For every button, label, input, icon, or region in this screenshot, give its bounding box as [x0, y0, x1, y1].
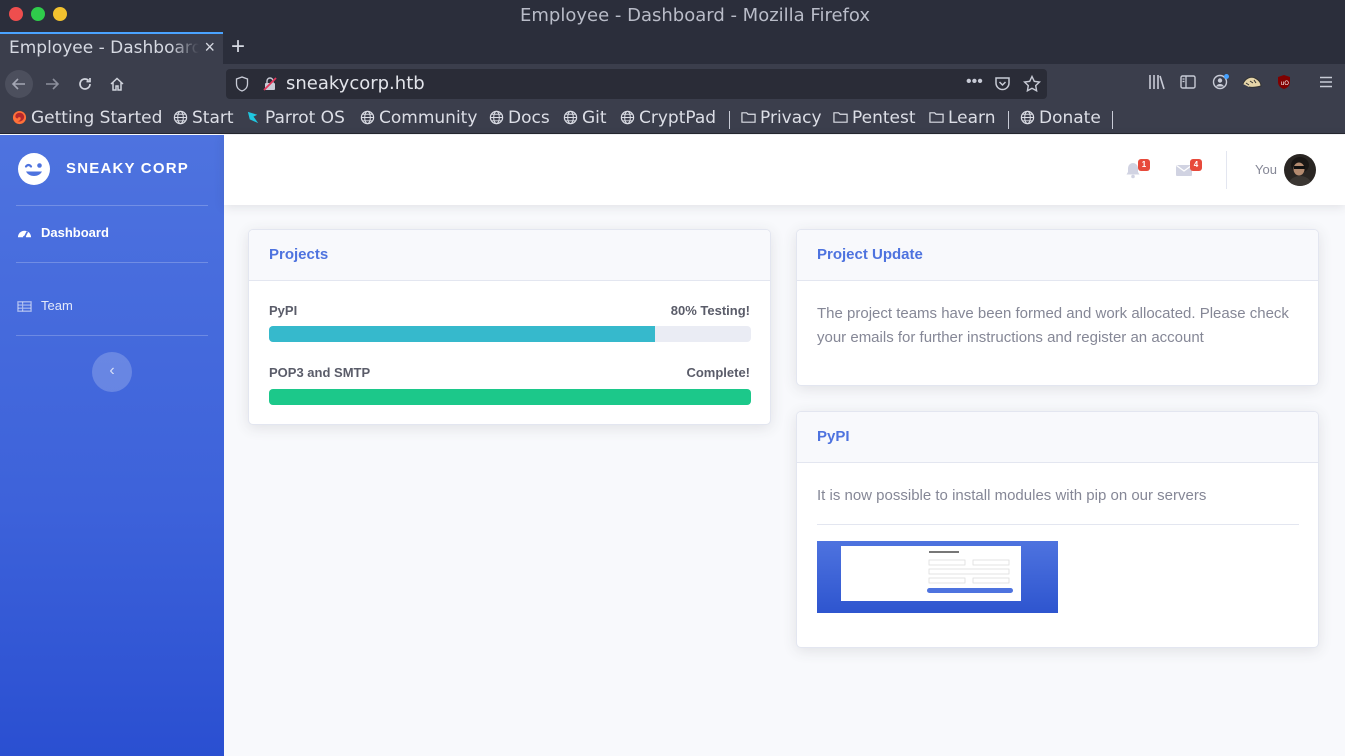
window-titlebar: Employee - Dashboard - Mozilla Firefox [0, 0, 1345, 32]
project-name: POP3 and SMTP [269, 365, 371, 380]
pocket-icon[interactable] [994, 76, 1011, 92]
progress-bar [269, 326, 751, 342]
globe-icon [563, 110, 578, 125]
card-header: PyPI [797, 412, 1318, 463]
navigation-bar: sneakycorp.htb ••• uO [0, 64, 1345, 104]
sidebar-divider [16, 262, 208, 263]
browser-tab[interactable]: Employee - Dashboard × [0, 32, 223, 64]
arrow-right-icon [46, 78, 60, 90]
globe-icon [489, 110, 504, 125]
bookmark-separator [1112, 111, 1113, 129]
pypi-card: PyPI It is now possible to install modul… [796, 411, 1319, 648]
bookmark-git[interactable]: Git [563, 108, 607, 128]
insecure-lock-icon[interactable] [263, 77, 277, 91]
shield-icon[interactable] [235, 76, 249, 92]
form-preview [841, 546, 1021, 601]
tab-close-icon[interactable]: × [204, 37, 215, 58]
progress-bar [269, 389, 751, 405]
firefox-icon [12, 110, 27, 125]
project-status: 80% Testing! [670, 303, 750, 318]
register-screenshot-image [817, 541, 1058, 613]
topbar: 1 4 You [224, 135, 1345, 205]
bookmarks-toolbar: Getting Started Start Parrot OS Communit… [0, 104, 1345, 134]
library-icon[interactable] [1148, 74, 1166, 90]
wink-face-icon [18, 153, 50, 185]
user-name[interactable]: You [1255, 162, 1277, 177]
window-title: Employee - Dashboard - Mozilla Firefox [520, 5, 870, 26]
bookmark-donate[interactable]: Donate [1020, 108, 1101, 128]
project-update-card: Project Update The project teams have be… [796, 229, 1319, 386]
tab-title: Employee - Dashboard [9, 38, 199, 58]
globe-icon [1020, 110, 1035, 125]
sidebar-divider [16, 335, 208, 336]
messages-count-badge: 4 [1190, 159, 1202, 171]
folder-icon [833, 112, 848, 123]
page-actions-icon[interactable]: ••• [966, 73, 983, 91]
bookmark-separator [1008, 111, 1009, 129]
card-title: PyPI [817, 428, 850, 445]
project-status: Complete! [686, 365, 750, 380]
tab-bar: Employee - Dashboard × + [0, 32, 1345, 64]
hamburger-menu-icon[interactable] [1318, 74, 1334, 90]
forward-button[interactable] [38, 70, 66, 98]
bookmark-cryptpad[interactable]: CryptPad [620, 108, 716, 128]
bookmark-folder-privacy[interactable]: Privacy [741, 108, 822, 128]
card-title: Projects [269, 246, 329, 263]
project-name: PyPI [269, 303, 298, 318]
ublock-icon[interactable]: uO [1276, 74, 1292, 90]
home-button[interactable] [103, 70, 131, 98]
sidebar-divider [16, 205, 208, 206]
bookmark-parrot-os[interactable]: Parrot OS [246, 108, 345, 128]
card-body-text: It is now possible to install modules wi… [817, 487, 1207, 504]
url-text[interactable]: sneakycorp.htb [286, 73, 425, 94]
brand-name: SNEAKY CORP [66, 160, 189, 177]
sidebar-item-label: Team [41, 298, 73, 313]
account-icon[interactable] [1212, 74, 1230, 90]
bookmark-folder-pentest[interactable]: Pentest [833, 108, 916, 128]
bookmark-community[interactable]: Community [360, 108, 477, 128]
projects-card: Projects PyPI 80% Testing! POP3 and SMTP… [248, 229, 771, 425]
bookmark-star-icon[interactable] [1023, 75, 1041, 93]
url-bar[interactable]: sneakycorp.htb ••• [226, 69, 1047, 99]
bookmark-getting-started[interactable]: Getting Started [12, 108, 162, 128]
card-header: Projects [249, 230, 770, 281]
card-divider [817, 524, 1299, 525]
sidebar-icon[interactable] [1180, 74, 1196, 90]
bookmark-docs[interactable]: Docs [489, 108, 550, 128]
progress-fill [269, 326, 655, 342]
reload-button[interactable] [71, 70, 99, 98]
bookmark-separator [729, 111, 730, 129]
tachometer-icon [17, 230, 32, 239]
globe-icon [173, 110, 188, 125]
new-tab-button[interactable]: + [231, 33, 245, 61]
bookmark-start[interactable]: Start [173, 108, 234, 128]
folder-icon [929, 112, 944, 123]
sidebar-item-label: Dashboard [41, 225, 109, 240]
card-body-text: The project teams have been formed and w… [817, 305, 1289, 346]
parrot-icon [247, 111, 259, 124]
svg-text:uO: uO [1281, 80, 1290, 87]
card-title: Project Update [817, 246, 923, 263]
card-header: Project Update [797, 230, 1318, 281]
sidebar: SNEAKY CORP Dashboard Team ‹ [0, 135, 224, 756]
bookmark-folder-learn[interactable]: Learn [929, 108, 996, 128]
form-preview-sketch [927, 551, 1013, 593]
alerts-count-badge: 1 [1138, 159, 1150, 171]
home-icon [110, 77, 124, 91]
chevron-left-icon: ‹ [109, 362, 115, 379]
topbar-divider [1226, 151, 1227, 189]
table-icon [17, 301, 32, 312]
globe-icon [620, 110, 635, 125]
avatar[interactable] [1284, 154, 1316, 186]
progress-fill [269, 389, 751, 405]
folder-icon [741, 112, 756, 123]
reload-icon [79, 78, 91, 90]
globe-icon [360, 110, 375, 125]
arrow-left-icon [11, 78, 25, 90]
sidebar-toggle-button[interactable]: ‹ [92, 352, 132, 392]
extension-icon[interactable] [1242, 74, 1262, 90]
back-button[interactable] [5, 70, 33, 98]
